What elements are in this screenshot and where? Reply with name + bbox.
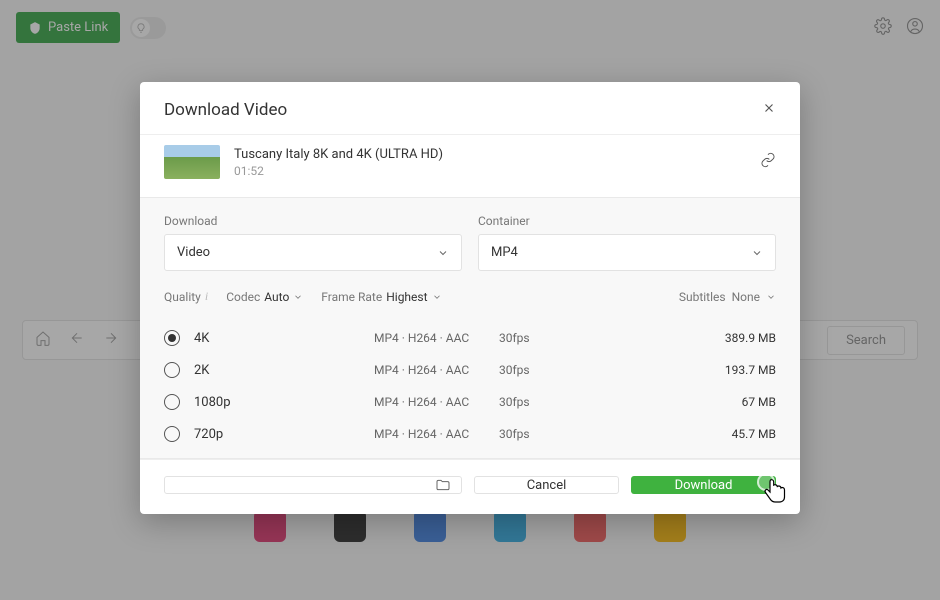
copy-link-button[interactable] [760, 152, 776, 172]
quality-fps: 30fps [499, 363, 725, 377]
container-value: MP4 [491, 245, 518, 260]
quality-option[interactable]: 2K MP4 · H264 · AAC 30fps 193.7 MB [140, 354, 800, 386]
quality-size: 45.7 MB [732, 427, 776, 441]
radio-button[interactable] [164, 330, 180, 346]
radio-button[interactable] [164, 394, 180, 410]
framerate-select[interactable]: Frame Rate Highest [321, 290, 441, 304]
quality-fps: 30fps [499, 427, 732, 441]
video-title: Tuscany Italy 8K and 4K (ULTRA HD) [234, 147, 746, 162]
quality-label: 2K [194, 363, 374, 378]
filter-row: Quality i Codec Auto Frame Rate Highest … [140, 289, 800, 318]
options-section: Download Video Container MP4 Quality i [140, 197, 800, 459]
download-button[interactable]: Download [631, 476, 776, 494]
modal-header: Download Video [140, 82, 800, 134]
quality-size: 193.7 MB [725, 363, 776, 377]
video-info: Tuscany Italy 8K and 4K (ULTRA HD) 01:52 [140, 134, 800, 197]
container-select[interactable]: MP4 [478, 234, 776, 271]
quality-format: MP4 · H264 · AAC [374, 331, 499, 345]
save-path-input[interactable] [164, 476, 462, 494]
close-icon [762, 101, 776, 115]
codec-select[interactable]: Codec Auto [226, 290, 303, 304]
quality-list: 4K MP4 · H264 · AAC 30fps 389.9 MB 2K MP… [140, 318, 800, 458]
link-icon [760, 152, 776, 168]
quality-option[interactable]: 4K MP4 · H264 · AAC 30fps 389.9 MB [140, 322, 800, 354]
chevron-down-icon [751, 247, 763, 259]
close-button[interactable] [762, 101, 776, 119]
quality-label: 4K [194, 331, 374, 346]
quality-option[interactable]: 1080p MP4 · H264 · AAC 30fps 67 MB [140, 386, 800, 418]
download-modal: Download Video Tuscany Italy 8K and 4K (… [140, 82, 800, 514]
quality-label: 720p [194, 427, 374, 442]
radio-button[interactable] [164, 426, 180, 442]
quality-size: 67 MB [742, 395, 776, 409]
video-duration: 01:52 [234, 164, 746, 178]
download-type-value: Video [177, 245, 210, 260]
quality-label: 1080p [194, 395, 374, 410]
quality-size: 389.9 MB [725, 331, 776, 345]
cancel-button[interactable]: Cancel [474, 476, 619, 494]
quality-option[interactable]: 720p MP4 · H264 · AAC 30fps 45.7 MB [140, 418, 800, 450]
quality-format: MP4 · H264 · AAC [374, 427, 499, 441]
download-type-select[interactable]: Video [164, 234, 462, 271]
quality-format: MP4 · H264 · AAC [374, 363, 499, 377]
chevron-down-icon [293, 292, 303, 302]
modal-title: Download Video [164, 100, 287, 120]
quality-filter-label: Quality i [164, 289, 208, 304]
folder-icon [435, 477, 451, 493]
download-type-label: Download [164, 214, 462, 228]
video-thumbnail [164, 145, 220, 179]
info-icon[interactable]: i [205, 289, 208, 304]
quality-format: MP4 · H264 · AAC [374, 395, 499, 409]
subtitles-select[interactable]: Subtitles None [679, 290, 776, 304]
container-label: Container [478, 214, 776, 228]
chevron-down-icon [437, 247, 449, 259]
quality-fps: 30fps [499, 395, 742, 409]
radio-button[interactable] [164, 362, 180, 378]
modal-footer: Cancel Download [140, 459, 800, 514]
quality-fps: 30fps [499, 331, 725, 345]
chevron-down-icon [432, 292, 442, 302]
chevron-down-icon [766, 292, 776, 302]
